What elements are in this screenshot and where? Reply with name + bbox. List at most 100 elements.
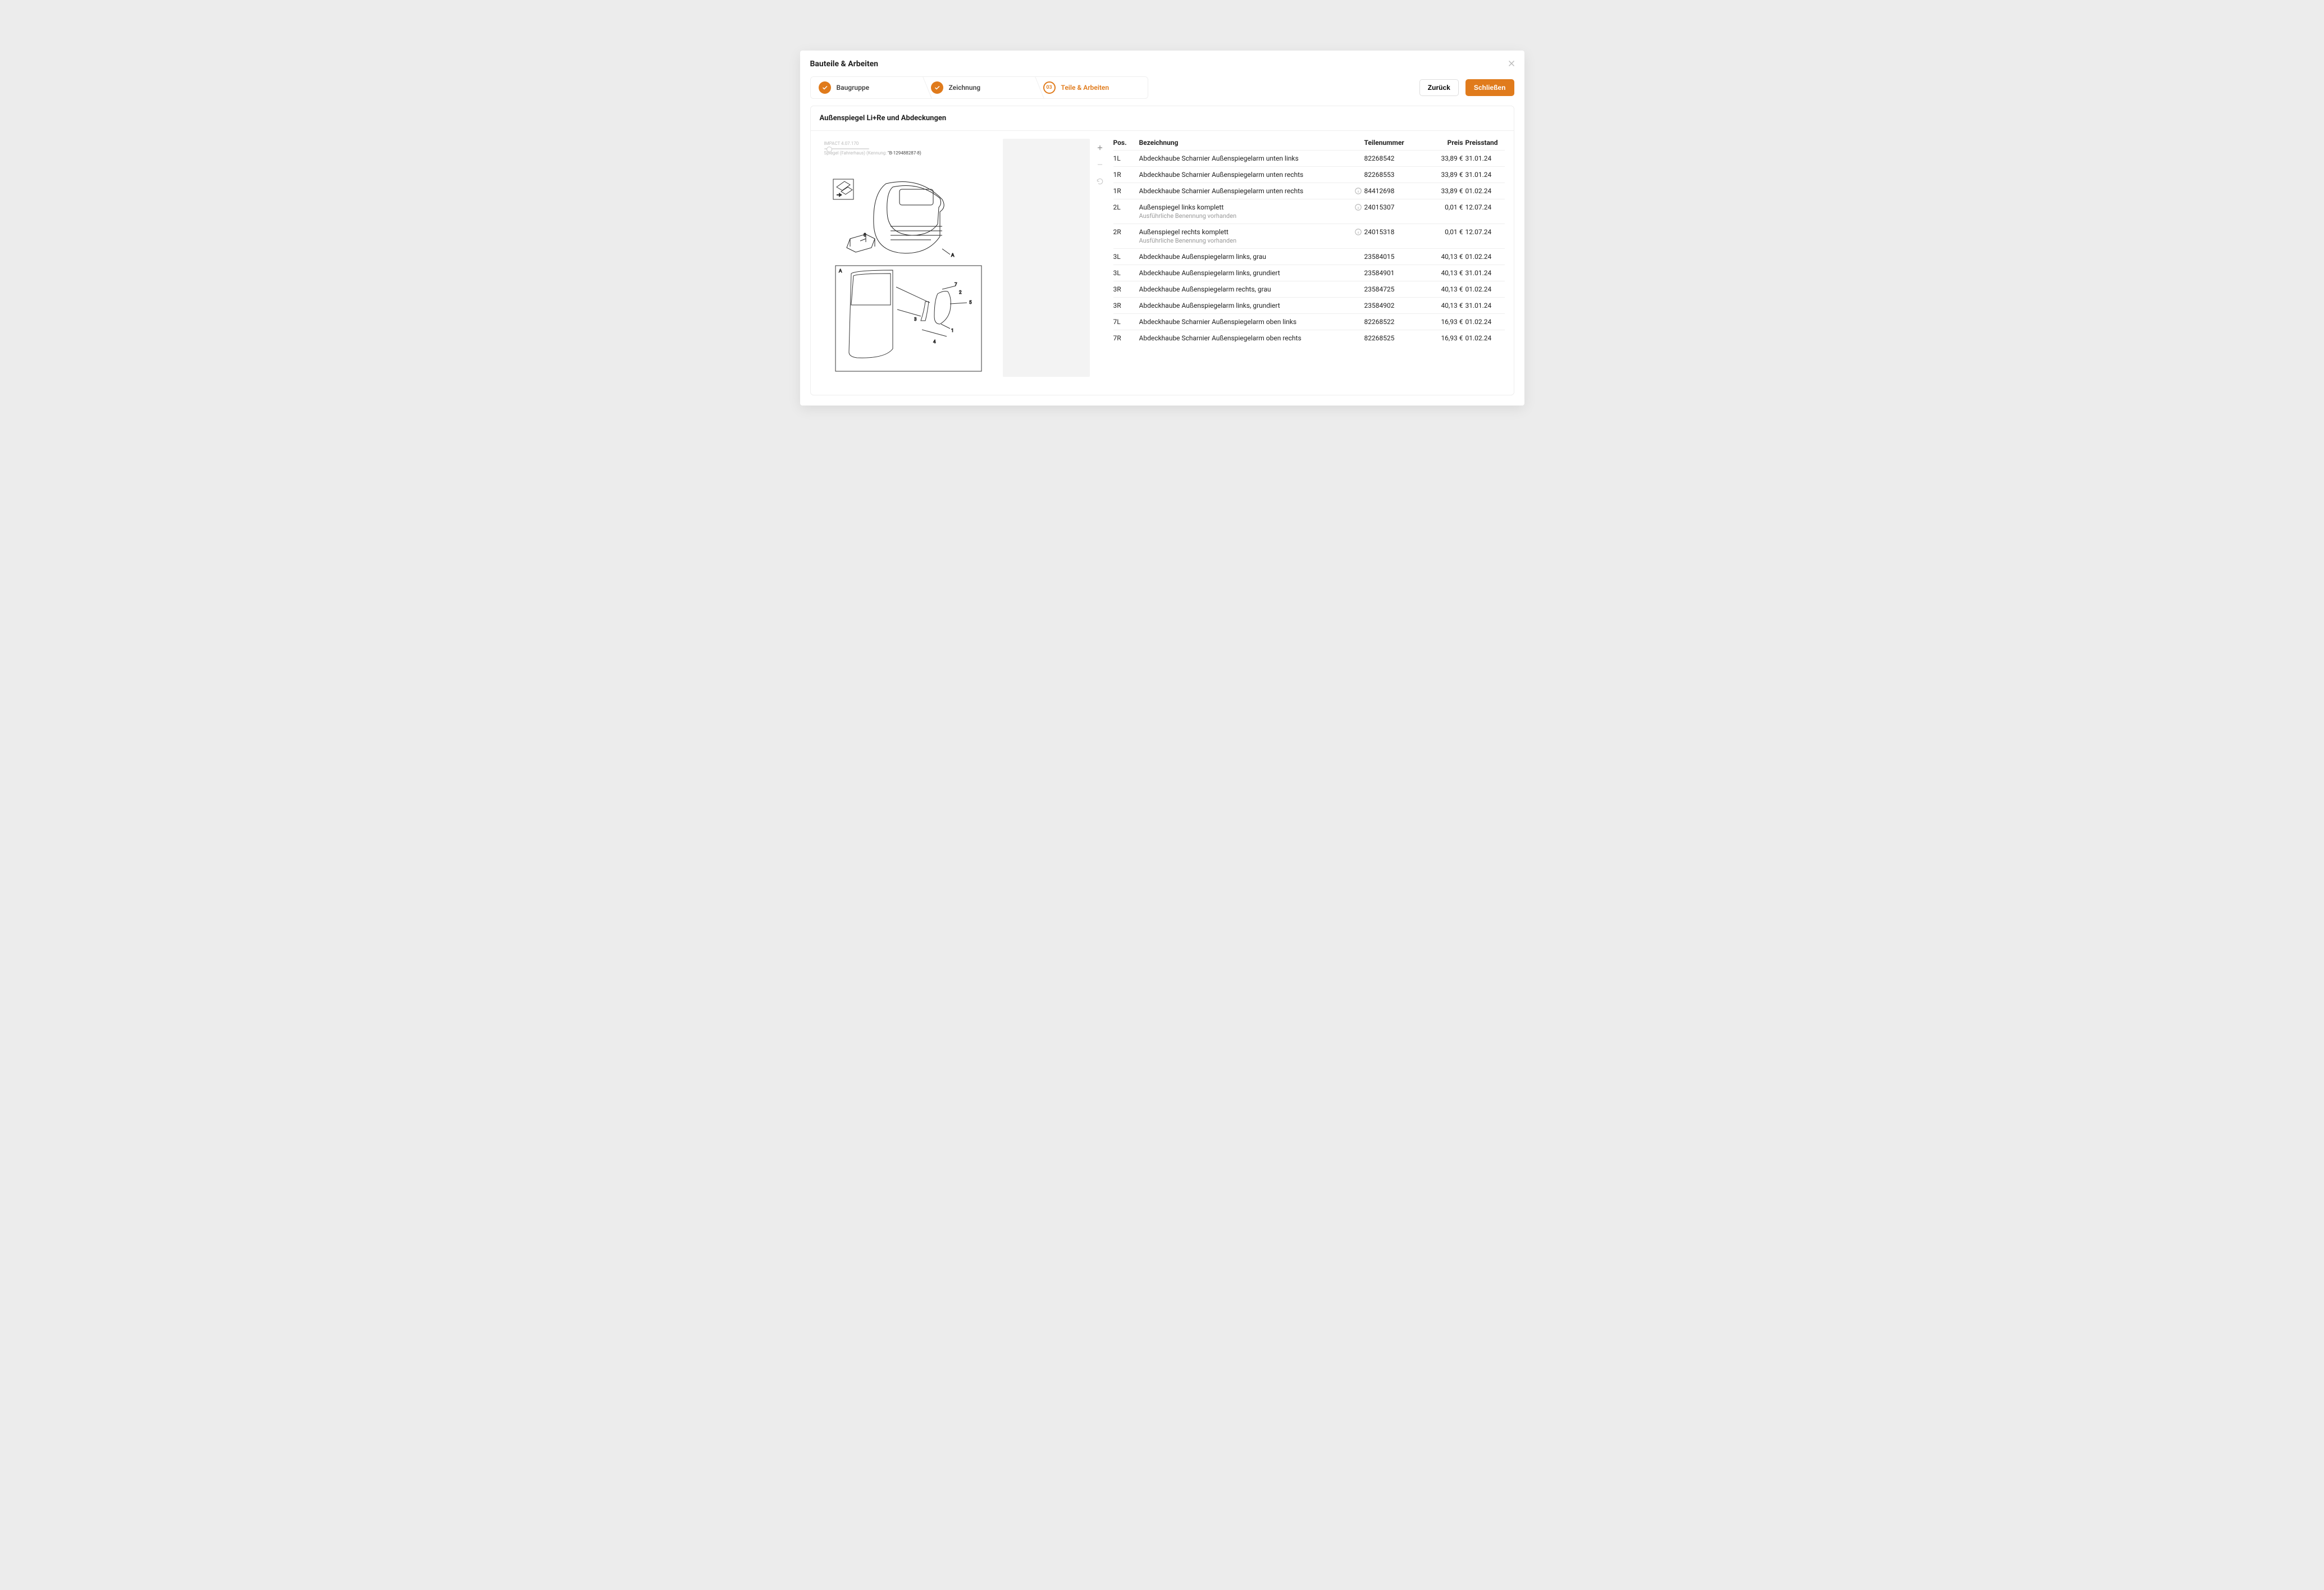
cell-partno: 24015307 [1364, 203, 1426, 211]
info-icon [1354, 228, 1362, 236]
table-row[interactable]: 1RAbdeckhaube Scharnier Außenspiegelarm … [1113, 183, 1505, 199]
cell-info[interactable] [1350, 203, 1362, 211]
cell-partno: 23584902 [1364, 302, 1426, 309]
cell-pos: 3R [1113, 285, 1137, 293]
cell-price: 40,13 € [1428, 253, 1463, 261]
table-row[interactable]: 1RAbdeckhaube Scharnier Außenspiegelarm … [1113, 166, 1505, 183]
step-baugruppe[interactable]: Baugruppe [811, 77, 923, 98]
svg-text:7: 7 [955, 282, 957, 287]
table-row[interactable]: 1LAbdeckhaube Scharnier Außenspiegelarm … [1113, 150, 1505, 166]
cell-pos: 2L [1113, 203, 1137, 211]
zoom-reset-button[interactable] [1094, 176, 1106, 187]
parts-modal: Bauteile & Arbeiten Baugruppe Zeichnung … [800, 51, 1524, 406]
cell-partno: 23584901 [1364, 269, 1426, 277]
content-card: Außenspiegel Li+Re und Abdeckungen IMPAC… [810, 106, 1514, 395]
parts-table-head: Pos. Bezeichnung Teilenummer Preis Preis… [1113, 139, 1505, 150]
cell-pos: 1R [1113, 171, 1137, 179]
cell-price: 0,01 € [1428, 228, 1463, 236]
drawing-zoom-slider[interactable] [824, 148, 869, 149]
cell-pricedate: 01.02.24 [1465, 318, 1505, 326]
cell-description: Abdeckhaube Scharnier Außenspiegelarm ob… [1139, 318, 1348, 326]
table-row[interactable]: 7LAbdeckhaube Scharnier Außenspiegelarm … [1113, 313, 1505, 330]
drawing-render-pane[interactable] [1003, 139, 1090, 377]
step-label: Zeichnung [949, 84, 981, 92]
cell-price: 33,89 € [1428, 187, 1463, 195]
cell-partno: 82268525 [1364, 334, 1426, 342]
cell-pricedate: 31.01.24 [1465, 154, 1505, 162]
parts-table: Pos. Bezeichnung Teilenummer Preis Preis… [1113, 139, 1505, 377]
cell-description: Abdeckhaube Scharnier Außenspiegelarm ob… [1139, 334, 1348, 342]
check-icon [819, 81, 831, 94]
col-partno: Teilenummer [1364, 139, 1426, 147]
cell-price: 40,13 € [1428, 302, 1463, 309]
cell-price: 40,13 € [1428, 285, 1463, 293]
table-row[interactable]: 3RAbdeckhaube Außenspiegelarm links, gru… [1113, 297, 1505, 313]
cell-pricedate: 01.02.24 [1465, 253, 1505, 261]
cell-partno: 84412698 [1364, 187, 1426, 195]
cell-pos: 7R [1113, 334, 1137, 342]
svg-text:1: 1 [951, 328, 954, 333]
info-icon [1354, 203, 1362, 211]
table-row[interactable]: 3RAbdeckhaube Außenspiegelarm rechts, gr… [1113, 281, 1505, 297]
exploded-drawing[interactable]: 6 A A [820, 163, 983, 377]
cell-description: Abdeckhaube Außenspiegelarm links, grau [1139, 253, 1348, 261]
svg-text:A: A [839, 268, 842, 274]
step-teile-arbeiten[interactable]: 03 Teile & Arbeiten [1035, 77, 1148, 98]
cell-pricedate: 31.01.24 [1465, 269, 1505, 277]
refresh-icon [1096, 177, 1104, 185]
cell-description: Abdeckhaube Außenspiegelarm links, grund… [1139, 269, 1348, 277]
cell-price: 0,01 € [1428, 203, 1463, 211]
minus-icon [1096, 161, 1104, 168]
cell-description: Abdeckhaube Scharnier Außenspiegelarm un… [1139, 154, 1348, 162]
cell-description: Abdeckhaube Außenspiegelarm links, grund… [1139, 302, 1348, 309]
cell-pos: 1R [1113, 187, 1137, 195]
close-button[interactable]: Schließen [1465, 79, 1514, 96]
modal-close-button[interactable] [1506, 58, 1517, 69]
drawing-area: IMPACT 4.07.170 Spiegel (Fahrerhaus) (Ke… [820, 139, 1106, 377]
drawing-meta: IMPACT 4.07.170 Spiegel (Fahrerhaus) (Ke… [820, 139, 999, 377]
cell-price: 16,93 € [1428, 334, 1463, 342]
cell-description: Außenspiegel links komplettAusführliche … [1139, 203, 1348, 220]
zoom-out-button[interactable] [1094, 159, 1106, 170]
cell-info[interactable] [1350, 228, 1362, 236]
close-icon [1506, 58, 1517, 69]
cell-description: Außenspiegel rechts komplettAusführliche… [1139, 228, 1348, 244]
table-row[interactable]: 3LAbdeckhaube Außenspiegelarm links, gru… [1113, 265, 1505, 281]
table-row[interactable]: 2RAußenspiegel rechts komplettAusführlic… [1113, 224, 1505, 248]
back-button[interactable]: Zurück [1419, 79, 1459, 96]
col-pos: Pos. [1113, 139, 1137, 147]
table-row[interactable]: 2LAußenspiegel links komplettAusführlich… [1113, 199, 1505, 224]
cell-pricedate: 01.02.24 [1465, 334, 1505, 342]
svg-text:A: A [951, 253, 955, 258]
drawing-zoom-controls [1094, 139, 1106, 377]
cell-pos: 7L [1113, 318, 1137, 326]
cell-pos: 3R [1113, 302, 1137, 309]
cell-pos: 3L [1113, 253, 1137, 261]
drawing-meta-id: Spiegel (Fahrerhaus) (Kennung: "B-129488… [824, 151, 999, 156]
svg-text:4: 4 [933, 339, 936, 344]
zoom-in-button[interactable] [1094, 142, 1106, 153]
step-number: 03 [1043, 81, 1056, 94]
table-row[interactable]: 7RAbdeckhaube Scharnier Außenspiegelarm … [1113, 330, 1505, 346]
step-label: Baugruppe [837, 84, 870, 92]
table-row[interactable]: 3LAbdeckhaube Außenspiegelarm links, gra… [1113, 248, 1505, 265]
cell-pricedate: 12.07.24 [1465, 203, 1505, 211]
cell-partno: 23584015 [1364, 253, 1426, 261]
cell-info[interactable] [1350, 187, 1362, 195]
cell-pricedate: 01.02.24 [1465, 285, 1505, 293]
cell-partno: 82268542 [1364, 154, 1426, 162]
col-pricedate: Preisstand [1465, 139, 1505, 147]
modal-title: Bauteile & Arbeiten [810, 60, 1514, 69]
cell-partno: 23584725 [1364, 285, 1426, 293]
step-zeichnung[interactable]: Zeichnung [923, 77, 1035, 98]
cell-description: Abdeckhaube Außenspiegelarm rechts, grau [1139, 285, 1348, 293]
cell-pricedate: 31.01.24 [1465, 302, 1505, 309]
cell-partno: 24015318 [1364, 228, 1426, 236]
cell-pos: 3L [1113, 269, 1137, 277]
cell-pos: 2R [1113, 228, 1137, 236]
cell-price: 33,89 € [1428, 171, 1463, 179]
cell-pricedate: 12.07.24 [1465, 228, 1505, 236]
col-description: Bezeichnung [1139, 139, 1348, 147]
card-title: Außenspiegel Li+Re und Abdeckungen [811, 106, 1514, 131]
cell-price: 16,93 € [1428, 318, 1463, 326]
